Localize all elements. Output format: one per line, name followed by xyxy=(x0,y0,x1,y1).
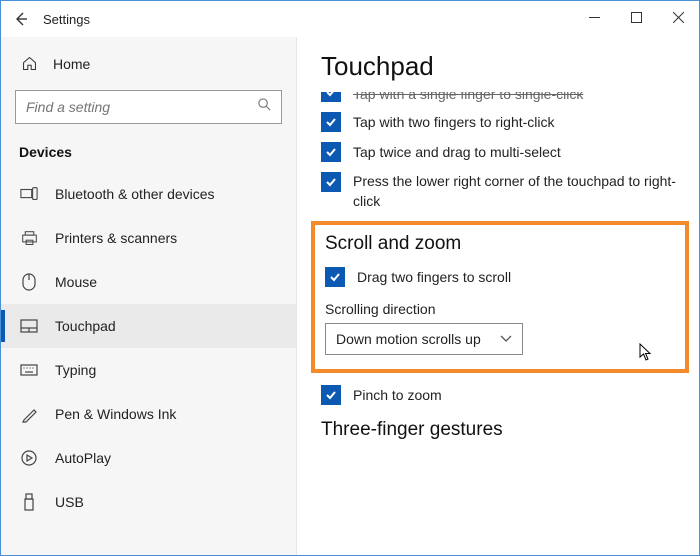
nav-label: Typing xyxy=(55,362,96,378)
close-icon xyxy=(673,12,684,23)
sidebar-section-header: Devices xyxy=(1,138,296,172)
home-icon xyxy=(19,55,39,72)
sidebar-item-pen[interactable]: Pen & Windows Ink xyxy=(1,392,296,436)
back-arrow-icon xyxy=(13,11,29,27)
maximize-button[interactable] xyxy=(615,1,657,33)
chevron-down-icon xyxy=(500,335,512,343)
option-label: Tap twice and drag to multi-select xyxy=(353,144,561,160)
sidebar-item-bluetooth[interactable]: Bluetooth & other devices xyxy=(1,172,296,216)
option-label: Pinch to zoom xyxy=(353,387,442,403)
search-input[interactable] xyxy=(15,90,282,124)
checkbox[interactable] xyxy=(321,92,341,102)
checkbox[interactable] xyxy=(325,267,345,287)
back-button[interactable] xyxy=(1,1,41,37)
checkbox[interactable] xyxy=(321,142,341,162)
content: Home Devices Bluetooth & other devices P… xyxy=(1,37,699,555)
cursor-icon xyxy=(639,343,655,363)
pen-icon xyxy=(19,406,39,423)
checkbox[interactable] xyxy=(321,385,341,405)
option-drag-two-fingers: Drag two fingers to scroll xyxy=(325,267,675,287)
sidebar-item-typing[interactable]: Typing xyxy=(1,348,296,392)
sidebar-item-usb[interactable]: USB xyxy=(1,480,296,524)
sidebar-item-autoplay[interactable]: AutoPlay xyxy=(1,436,296,480)
section-title-three-finger: Three-finger gestures xyxy=(321,419,679,441)
scrolling-direction-dropdown[interactable]: Down motion scrolls up xyxy=(325,323,523,355)
sidebar: Home Devices Bluetooth & other devices P… xyxy=(1,37,297,555)
option-label: Tap with two fingers to right-click xyxy=(353,114,555,130)
minimize-icon xyxy=(589,12,600,23)
option-tap-two-fingers: Tap with two fingers to right-click xyxy=(321,112,679,132)
sidebar-home[interactable]: Home xyxy=(1,45,296,82)
nav-label: AutoPlay xyxy=(55,450,111,466)
nav-label: USB xyxy=(55,494,84,510)
section-title-scroll: Scroll and zoom xyxy=(325,233,675,255)
checkbox[interactable] xyxy=(321,112,341,132)
maximize-icon xyxy=(631,12,642,23)
scrolling-direction-label: Scrolling direction xyxy=(325,301,675,317)
sidebar-item-printers[interactable]: Printers & scanners xyxy=(1,216,296,260)
titlebar: Settings xyxy=(1,1,699,37)
nav-label: Bluetooth & other devices xyxy=(55,186,215,202)
main-panel: Touchpad Tap with a single finger to sin… xyxy=(297,37,699,555)
search-wrap xyxy=(15,90,282,124)
option-pinch-zoom: Pinch to zoom xyxy=(321,385,679,405)
printer-icon xyxy=(19,230,39,247)
keyboard-icon xyxy=(19,364,39,376)
highlight-scroll-zoom: Scroll and zoom Drag two fingers to scro… xyxy=(311,221,689,373)
checkbox[interactable] xyxy=(321,172,341,192)
sidebar-item-mouse[interactable]: Mouse xyxy=(1,260,296,304)
mouse-icon xyxy=(19,273,39,291)
devices-icon xyxy=(19,186,39,202)
window-controls xyxy=(573,1,699,33)
nav-label: Pen & Windows Ink xyxy=(55,406,176,422)
option-label: Drag two fingers to scroll xyxy=(357,269,511,285)
close-button[interactable] xyxy=(657,1,699,33)
search-icon xyxy=(257,97,272,117)
dropdown-value: Down motion scrolls up xyxy=(336,331,481,347)
option-tap-twice-drag: Tap twice and drag to multi-select xyxy=(321,142,679,162)
option-truncated: Tap with a single finger to single-click xyxy=(321,92,679,102)
nav-label: Touchpad xyxy=(55,318,116,334)
minimize-button[interactable] xyxy=(573,1,615,33)
nav-label: Mouse xyxy=(55,274,97,290)
sidebar-item-touchpad[interactable]: Touchpad xyxy=(1,304,296,348)
page-title: Touchpad xyxy=(321,51,679,82)
option-label: Tap with a single finger to single-click xyxy=(353,92,583,102)
option-label: Press the lower right corner of the touc… xyxy=(353,172,679,211)
window-title: Settings xyxy=(43,12,90,27)
usb-icon xyxy=(19,493,39,511)
nav-label: Printers & scanners xyxy=(55,230,177,246)
touchpad-icon xyxy=(19,319,39,333)
home-label: Home xyxy=(53,56,90,72)
autoplay-icon xyxy=(19,450,39,466)
option-press-corner: Press the lower right corner of the touc… xyxy=(321,172,679,211)
